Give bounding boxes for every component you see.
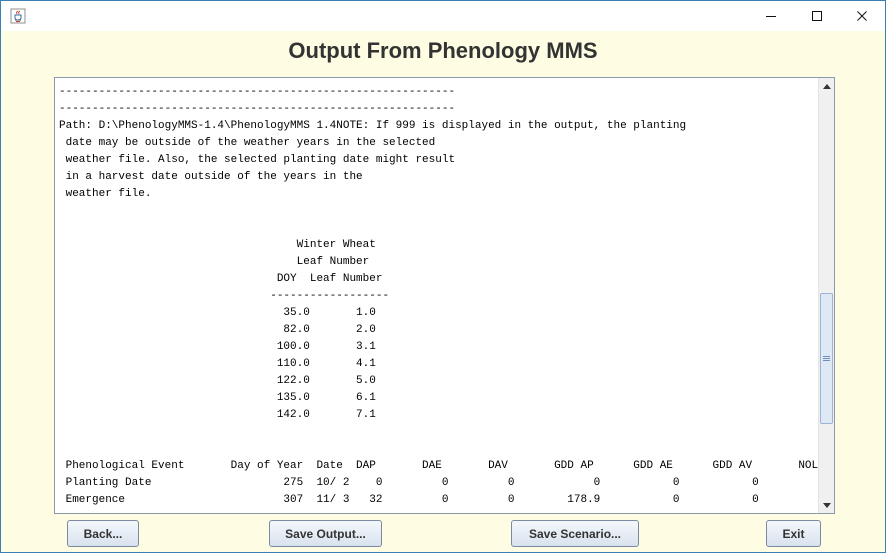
output-line: ------------------: [59, 290, 390, 302]
output-line: Planting Date 275 10/ 2 0 0 0 0 0 0 0: [59, 477, 835, 489]
output-text-area[interactable]: ----------------------------------------…: [54, 77, 835, 514]
grip-icon: [823, 356, 830, 361]
output-line: Leaf Number: [59, 256, 370, 268]
exit-button[interactable]: Exit: [766, 520, 821, 547]
scroll-down-button[interactable]: [819, 497, 834, 513]
chevron-up-icon: [823, 83, 831, 89]
maximize-icon: [812, 11, 822, 21]
title-bar: [1, 1, 885, 31]
output-line: date may be outside of the weather years…: [59, 137, 436, 149]
back-button[interactable]: Back...: [67, 520, 139, 547]
close-button[interactable]: [839, 1, 885, 31]
output-line: weather file.: [59, 188, 152, 200]
save-output-button[interactable]: Save Output...: [269, 520, 382, 547]
output-line: 135.0 6.1: [59, 392, 376, 404]
output-line: in a harvest date outside of the years i…: [59, 171, 363, 183]
java-cup-icon: [10, 8, 26, 24]
application-window: Output From Phenology MMS --------------…: [0, 0, 886, 553]
chevron-down-icon: [823, 502, 831, 508]
output-line: 142.0 7.1: [59, 409, 376, 421]
output-line: 122.0 5.0: [59, 375, 376, 387]
output-line: DOY Leaf Number: [59, 273, 383, 285]
save-scenario-button[interactable]: Save Scenario...: [511, 520, 639, 547]
output-line: 82.0 2.0: [59, 324, 376, 336]
output-text: ----------------------------------------…: [59, 84, 835, 509]
minimize-button[interactable]: [748, 1, 794, 31]
output-line: 100.0 3.1: [59, 341, 376, 353]
scroll-up-button[interactable]: [819, 78, 834, 94]
output-line: ----------------------------------------…: [59, 86, 456, 98]
output-line: weather file. Also, the selected plantin…: [59, 154, 456, 166]
maximize-button[interactable]: [794, 1, 840, 31]
output-line: Path: D:\PhenologyMMS-1.4\PhenologyMMS 1…: [59, 120, 687, 132]
output-line: 35.0 1.0: [59, 307, 376, 319]
scroll-thumb[interactable]: [820, 293, 833, 424]
output-line: Phenological Event Day of Year Date DAP …: [59, 460, 832, 472]
output-line: Emergence 307 11/ 3 32 0 0 178.9 0 0 0: [59, 494, 835, 506]
output-line: ----------------------------------------…: [59, 103, 456, 115]
page-title: Output From Phenology MMS: [288, 38, 598, 63]
minimize-icon: [766, 16, 776, 17]
vertical-scrollbar[interactable]: [818, 78, 834, 513]
close-icon: [857, 11, 867, 21]
output-line: Winter Wheat: [59, 239, 376, 251]
output-line: 110.0 4.1: [59, 358, 376, 370]
